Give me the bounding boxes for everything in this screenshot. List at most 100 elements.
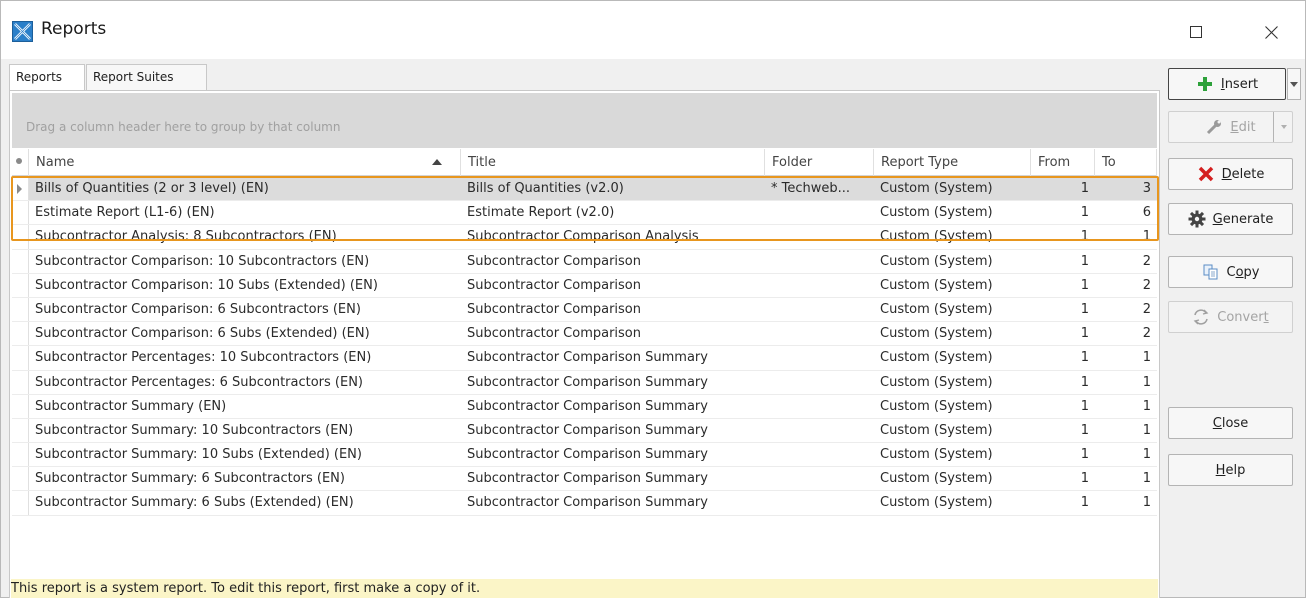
cell-title: Subcontractor Comparison Analysis — [467, 229, 699, 245]
cell-title: Subcontractor Comparison Summary — [467, 447, 708, 463]
cell-name: Subcontractor Summary: 6 Subcontractors … — [35, 471, 345, 487]
cell-title: Subcontractor Comparison — [467, 326, 642, 342]
grid-rows: Bills of Quantities (2 or 3 level) (EN) B… — [12, 177, 1157, 516]
cell-to: 3 — [1142, 181, 1151, 196]
table-row[interactable]: Bills of Quantities (2 or 3 level) (EN) B… — [12, 177, 1157, 202]
row-indicator — [12, 346, 29, 370]
cell-from: 1 — [1080, 398, 1089, 414]
row-indicator — [12, 443, 29, 467]
cell-from: 1 — [1080, 205, 1089, 221]
cell-from: 1 — [1080, 447, 1089, 463]
cell-report-type: Custom (System) — [880, 398, 993, 414]
column-header-from[interactable]: From — [1031, 149, 1095, 176]
cell-folder — [765, 371, 874, 395]
cell-from: 1 — [1080, 301, 1089, 317]
row-indicator — [12, 273, 29, 297]
tab-report-suites[interactable]: Report Suites — [86, 64, 207, 91]
table-row[interactable]: Estimate Report (L1-6) (EN) Estimate Repo… — [12, 201, 1157, 226]
cell-folder — [765, 298, 874, 322]
table-row[interactable]: Subcontractor Summary (EN) Subcontractor … — [12, 394, 1157, 419]
cell-name: Subcontractor Summary (EN) — [35, 398, 227, 414]
cell-title: Bills of Quantities (v2.0) — [467, 181, 624, 196]
copy-button[interactable]: Copy — [1168, 256, 1293, 288]
cell-report-type: Custom (System) — [880, 253, 993, 269]
cell-from: 1 — [1080, 471, 1089, 487]
window-title: Reports — [41, 19, 107, 39]
cell-title: Subcontractor Comparison — [467, 301, 642, 317]
close-button[interactable]: Close — [1168, 407, 1293, 439]
row-indicator — [12, 418, 29, 443]
cell-name: Subcontractor Percentages: 6 Subcontract… — [35, 374, 364, 390]
cell-name: Subcontractor Comparison: 10 Subs (Exten… — [35, 277, 378, 293]
edit-dropdown-button[interactable] — [1273, 112, 1293, 142]
cell-report-type: Custom (System) — [880, 205, 993, 221]
group-by-panel[interactable]: Drag a column header here to group by th… — [12, 93, 1157, 148]
cell-report-type: Custom (System) — [880, 181, 993, 196]
cell-to: 1 — [1142, 398, 1151, 414]
cell-title: Subcontractor Comparison Summary — [467, 495, 708, 511]
maximize-button[interactable] — [1173, 12, 1219, 52]
convert-icon — [1192, 308, 1210, 326]
row-indicator — [12, 370, 29, 394]
column-header-name[interactable]: Name — [29, 149, 461, 176]
edit-button[interactable]: Edit — [1168, 111, 1293, 143]
table-row[interactable]: Subcontractor Comparison: 10 Subcontract… — [12, 249, 1157, 274]
current-row-icon — [17, 184, 22, 194]
cell-report-type: Custom (System) — [880, 301, 993, 317]
column-header-report-type[interactable]: Report Type — [874, 149, 1031, 176]
table-row[interactable]: Subcontractor Comparison: 6 Subs (Extend… — [12, 322, 1157, 347]
column-header-name-label: Name — [36, 155, 75, 170]
cell-to: 1 — [1142, 229, 1151, 245]
column-header-title[interactable]: Title — [461, 149, 765, 176]
table-row[interactable]: Subcontractor Analysis: 8 Subcontractors… — [12, 225, 1157, 250]
sort-ascending-icon — [432, 159, 442, 165]
cell-name: Subcontractor Summary: 6 Subs (Extended)… — [35, 495, 354, 511]
insert-dropdown-button[interactable] — [1287, 68, 1301, 100]
cell-name: Estimate Report (L1-6) (EN) — [35, 205, 215, 221]
cell-to: 6 — [1142, 205, 1151, 221]
convert-label: Convert — [1217, 309, 1269, 325]
cell-folder — [765, 225, 874, 249]
column-header-to[interactable]: To — [1095, 149, 1157, 176]
table-row[interactable]: Subcontractor Percentages: 6 Subcontract… — [12, 370, 1157, 395]
cell-to: 2 — [1142, 277, 1151, 293]
cell-from: 1 — [1080, 495, 1089, 511]
table-row[interactable]: Subcontractor Comparison: 10 Subs (Exten… — [12, 273, 1157, 298]
close-window-button[interactable] — [1248, 12, 1294, 52]
row-indicator — [12, 225, 29, 249]
row-indicator — [12, 201, 29, 225]
table-row[interactable]: Subcontractor Comparison: 6 Subcontracto… — [12, 297, 1157, 323]
cell-name: Subcontractor Comparison: 6 Subcontracto… — [35, 301, 361, 317]
tab-reports[interactable]: Reports — [9, 64, 85, 92]
cell-report-type: Custom (System) — [880, 471, 993, 487]
table-row[interactable]: Subcontractor Summary: 10 Subs (Extended… — [12, 443, 1157, 468]
header-indicator — [12, 149, 29, 176]
cell-from: 1 — [1080, 422, 1089, 438]
copy-icon — [1202, 263, 1220, 281]
grid-header: Name Title Folder Report Type From To — [12, 149, 1157, 176]
convert-button[interactable]: Convert — [1168, 301, 1293, 333]
group-by-hint: Drag a column header here to group by th… — [26, 120, 341, 134]
cell-to: 1 — [1142, 495, 1151, 511]
cell-title: Subcontractor Comparison Summary — [467, 471, 708, 487]
cell-to: 2 — [1142, 253, 1151, 269]
table-row[interactable]: Subcontractor Percentages: 10 Subcontrac… — [12, 346, 1157, 371]
generate-button[interactable]: Generate — [1168, 203, 1293, 235]
cell-folder — [765, 274, 874, 298]
table-row[interactable]: Subcontractor Summary: 6 Subs (Extended)… — [12, 491, 1157, 516]
table-row[interactable]: Subcontractor Summary: 10 Subcontractors… — [12, 418, 1157, 444]
help-button[interactable]: Help — [1168, 454, 1293, 486]
cell-report-type: Custom (System) — [880, 374, 993, 390]
wrench-icon — [1205, 118, 1223, 136]
cell-to: 2 — [1142, 301, 1151, 317]
column-header-folder[interactable]: Folder — [765, 149, 874, 176]
row-indicator — [12, 177, 29, 201]
cell-from: 1 — [1080, 229, 1089, 245]
insert-button[interactable]: Insert — [1168, 68, 1286, 100]
delete-button[interactable]: Delete — [1168, 158, 1293, 190]
cell-report-type: Custom (System) — [880, 447, 993, 463]
row-indicator — [12, 249, 29, 273]
row-indicator — [12, 467, 29, 491]
cell-title: Subcontractor Comparison Summary — [467, 398, 708, 414]
table-row[interactable]: Subcontractor Summary: 6 Subcontractors … — [12, 467, 1157, 492]
